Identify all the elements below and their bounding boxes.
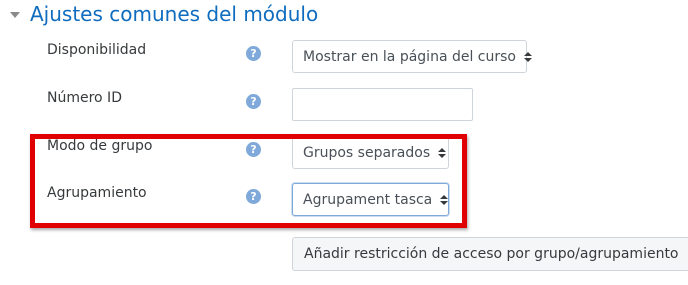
help-icon[interactable]: ? <box>246 46 261 61</box>
id-number-input[interactable] <box>292 88 473 121</box>
select-arrows-icon <box>524 51 532 62</box>
help-icon[interactable]: ? <box>246 94 261 109</box>
group-mode-label: Modo de grupo <box>47 138 153 154</box>
availability-select[interactable]: Mostrar en la página del curso <box>292 40 532 73</box>
help-icon[interactable]: ? <box>246 189 261 204</box>
group-mode-select-value: Grupos separados <box>303 144 431 161</box>
id-number-label: Número ID <box>47 90 122 106</box>
group-mode-select[interactable]: Grupos separados <box>292 136 449 169</box>
availability-select-value: Mostrar en la página del curso <box>303 48 516 65</box>
grouping-label: Agrupamiento <box>47 185 147 201</box>
select-arrows-icon <box>438 147 447 158</box>
availability-label: Disponibilidad <box>47 42 147 58</box>
caret-down-icon[interactable] <box>10 12 20 18</box>
help-icon[interactable]: ? <box>246 142 261 157</box>
section-title: Ajustes comunes del módulo <box>30 2 319 26</box>
add-group-access-restriction-button[interactable]: Añadir restricción de acceso por grupo/a… <box>292 237 688 271</box>
select-arrows-icon <box>440 194 449 205</box>
grouping-select[interactable]: Agrupament tasca <box>292 183 449 216</box>
section-header[interactable]: Ajustes comunes del módulo <box>10 0 318 28</box>
grouping-select-value: Agrupament tasca <box>303 191 433 208</box>
